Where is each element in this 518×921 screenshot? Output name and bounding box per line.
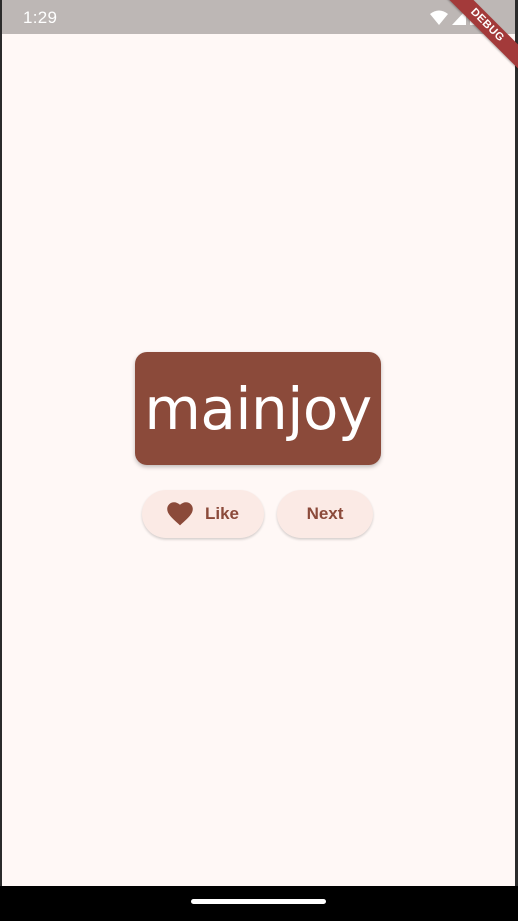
next-button-label: Next: [306, 504, 344, 523]
app-screen: 1:29 DEBUG mainjoy Like Next: [0, 0, 518, 921]
like-button-label: Like: [204, 504, 240, 523]
word-text: mainjoy: [144, 374, 372, 443]
status-time: 1:29: [23, 8, 58, 27]
next-button[interactable]: Next: [277, 490, 373, 538]
heart-icon: [167, 502, 193, 526]
like-button[interactable]: Like: [142, 490, 264, 538]
navigation-bar: [0, 886, 518, 921]
word-card: mainjoy: [135, 352, 381, 465]
window-edge-left: [0, 0, 2, 921]
wifi-icon: [430, 10, 448, 25]
home-handle[interactable]: [191, 899, 326, 904]
status-bar: 1:29: [2, 0, 515, 34]
